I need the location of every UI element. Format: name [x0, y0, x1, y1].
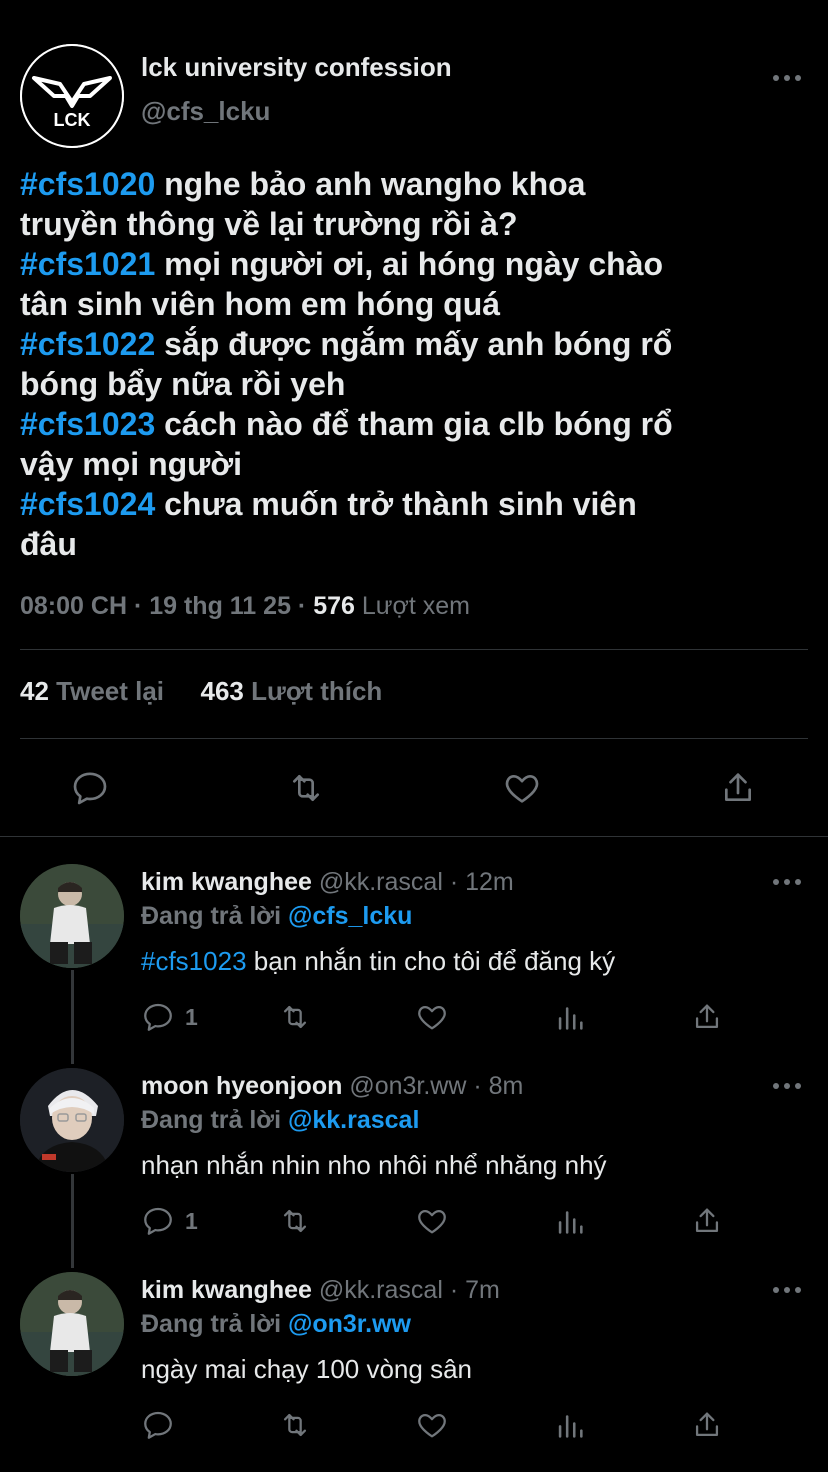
- tweet-line: truyền thông về lại trường rồi à?: [20, 206, 518, 242]
- share-icon[interactable]: [690, 1204, 724, 1238]
- reply-header: moon hyeonjoon @on3r.ww · 8m: [141, 1072, 523, 1101]
- tweet-date[interactable]: 19 thg 11 25: [149, 592, 291, 620]
- person-photo-icon: [20, 864, 124, 968]
- mention-link[interactable]: @cfs_lcku: [288, 902, 412, 930]
- tweet-body: #cfs1020 nghe bảo anh wangho khoa truyền…: [20, 164, 810, 564]
- hashtag-link[interactable]: #cfs1023: [141, 946, 247, 976]
- tweet-line: bóng bẩy nữa rồi yeh: [20, 366, 346, 402]
- analytics-icon[interactable]: [553, 1204, 587, 1238]
- thread-line: [71, 1174, 74, 1268]
- thread-line: [71, 970, 74, 1064]
- person-photo-icon: [20, 1068, 124, 1172]
- reply-time: · 7m: [442, 1276, 500, 1304]
- reply-author-name[interactable]: moon hyeonjoon: [141, 1072, 342, 1100]
- replying-to: Đang trả lời @cfs_lcku: [141, 902, 413, 930]
- like-icon[interactable]: [415, 1000, 449, 1034]
- analytics-icon[interactable]: [553, 1000, 587, 1034]
- tweet-line: #cfs1021 mọi người ơi, ai hóng ngày chào: [20, 246, 664, 282]
- more-options-icon[interactable]: [773, 1081, 801, 1091]
- hashtag-link[interactable]: #cfs1022: [20, 326, 155, 362]
- reply-time: · 12m: [442, 868, 514, 896]
- reply-text: #cfs1023 bạn nhắn tin cho tôi để đăng ký: [141, 946, 616, 976]
- reply-author-handle[interactable]: @kk.rascal: [319, 868, 443, 896]
- analytics-icon[interactable]: [553, 1408, 587, 1442]
- hashtag-link[interactable]: #cfs1023: [20, 406, 155, 442]
- svg-text:LCK: LCK: [54, 110, 91, 130]
- retweet-icon[interactable]: [276, 1204, 314, 1238]
- retweet-icon[interactable]: [282, 764, 330, 812]
- replying-to: Đang trả lời @on3r.ww: [141, 1310, 411, 1338]
- reply-icon[interactable]: [66, 764, 114, 812]
- reply-icon: [144, 1207, 172, 1235]
- reply-action[interactable]: [141, 1408, 185, 1442]
- reply-author-name[interactable]: kim kwanghee: [141, 868, 312, 896]
- share-icon[interactable]: [714, 764, 762, 812]
- more-options-icon[interactable]: [773, 877, 801, 887]
- reply-avatar[interactable]: [20, 864, 124, 968]
- retweets-stat[interactable]: 42 Tweet lại: [20, 676, 164, 706]
- retweet-icon[interactable]: [276, 1000, 314, 1034]
- mention-link[interactable]: @on3r.ww: [288, 1310, 411, 1338]
- share-icon[interactable]: [690, 1000, 724, 1034]
- reply-count: 1: [185, 1207, 198, 1234]
- reply-header: kim kwanghee @kk.rascal · 7m: [141, 1276, 500, 1305]
- replying-to: Đang trả lời @kk.rascal: [141, 1106, 420, 1134]
- more-options-icon[interactable]: [773, 73, 801, 83]
- hashtag-link[interactable]: #cfs1021: [20, 246, 155, 282]
- tweet-line: #cfs1024 chưa muốn trở thành sinh viên: [20, 486, 637, 522]
- like-icon[interactable]: [415, 1408, 449, 1442]
- tweet-meta: 08:00 CH · 19 thg 11 25 · 576 Lượt xem: [20, 592, 471, 620]
- views-count: 576: [313, 592, 355, 620]
- author-name[interactable]: lck university confession: [141, 52, 452, 83]
- lck-logo-icon: LCK: [20, 44, 124, 148]
- person-photo-icon: [20, 1272, 124, 1376]
- mention-link[interactable]: @kk.rascal: [288, 1106, 419, 1134]
- tweet-line: #cfs1023 cách nào để tham gia clb bóng r…: [20, 406, 673, 442]
- reply-author-handle[interactable]: @kk.rascal: [319, 1276, 443, 1304]
- tweet-line: đâu: [20, 526, 77, 562]
- reply-text: ngày mai chạy 100 vòng sân: [141, 1354, 472, 1384]
- engagement-stats: 42 Tweet lại 463 Lượt thích: [20, 676, 382, 707]
- hashtag-link[interactable]: #cfs1020: [20, 166, 155, 202]
- reply-action[interactable]: 1: [141, 1204, 198, 1238]
- reply-icon: [144, 1003, 172, 1031]
- likes-stat[interactable]: 463 Lượt thích: [201, 676, 383, 706]
- tweet-time[interactable]: 08:00 CH: [20, 592, 127, 620]
- reply-author-handle[interactable]: @on3r.ww: [349, 1072, 466, 1100]
- views-label: Lượt xem: [354, 592, 471, 620]
- divider: [20, 649, 808, 650]
- reply-avatar[interactable]: [20, 1068, 124, 1172]
- share-icon[interactable]: [690, 1408, 724, 1442]
- tweet-line: tân sinh viên hom em hóng quá: [20, 286, 501, 322]
- reply-count: 1: [185, 1003, 198, 1030]
- reply-time: · 8m: [466, 1072, 524, 1100]
- tweet-line: #cfs1020 nghe bảo anh wangho khoa: [20, 166, 586, 202]
- tweet-line: vậy mọi người: [20, 446, 242, 482]
- hashtag-link[interactable]: #cfs1024: [20, 486, 155, 522]
- retweet-icon[interactable]: [276, 1408, 314, 1442]
- divider: [20, 738, 808, 739]
- author-avatar[interactable]: LCK: [20, 44, 124, 148]
- like-icon[interactable]: [415, 1204, 449, 1238]
- tweet-line: #cfs1022 sắp được ngắm mấy anh bóng rổ: [20, 326, 673, 362]
- more-options-icon[interactable]: [773, 1285, 801, 1295]
- reply-avatar[interactable]: [20, 1272, 124, 1376]
- reply-icon: [144, 1411, 172, 1439]
- reply-author-name[interactable]: kim kwanghee: [141, 1276, 312, 1304]
- divider: [0, 836, 828, 837]
- reply-text: nhạn nhắn nhin nho nhôi nhể nhăng nhý: [141, 1150, 607, 1180]
- author-handle[interactable]: @cfs_lcku: [141, 96, 270, 127]
- like-icon[interactable]: [498, 764, 546, 812]
- reply-header: kim kwanghee @kk.rascal · 12m: [141, 868, 514, 897]
- reply-action[interactable]: 1: [141, 1000, 198, 1034]
